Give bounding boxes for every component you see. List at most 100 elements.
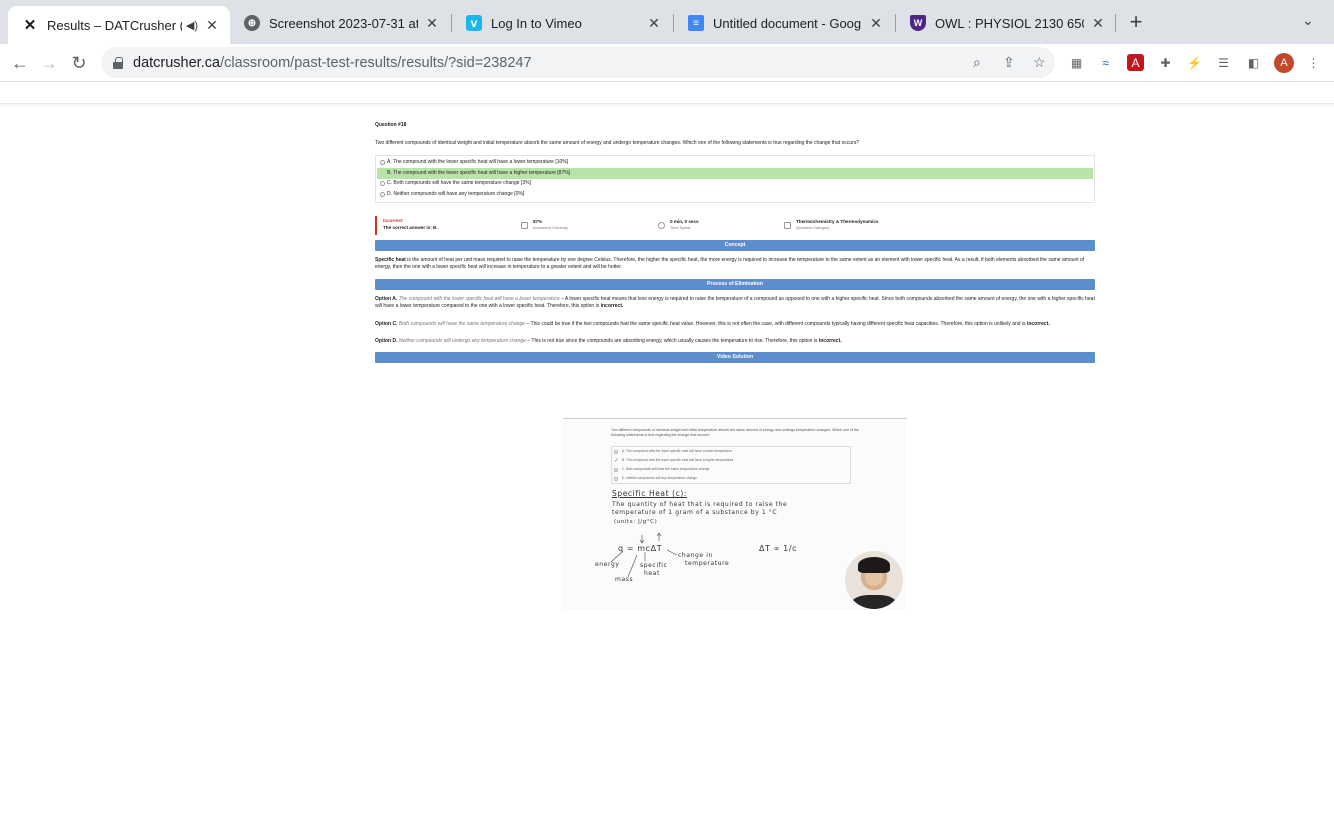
elimination-option-a: Option A. The compound with the lower sp…	[375, 296, 1095, 311]
chart-icon	[521, 221, 528, 229]
wave-extension-icon[interactable]: ≈	[1097, 54, 1114, 71]
option-tag: Option A.	[375, 296, 398, 302]
option-verdict: incorrect.	[1026, 320, 1050, 327]
radio-icon	[380, 191, 385, 197]
result-stats: Incorrect The correct answer is: B. 87% …	[375, 215, 1095, 235]
tab-title: Untitled document - Google Do	[713, 15, 862, 31]
elimination-option-d: Option D. Neither compounds will undergo…	[375, 338, 1095, 345]
video-player[interactable]: Two different compounds of identical wei…	[563, 418, 907, 610]
tab-title: OWL : PHYSIOL 2130 650 SU2	[935, 15, 1084, 31]
concept-text: Specific heat is the amount of heat per …	[375, 257, 1095, 272]
category-label: Question Category	[796, 225, 830, 231]
category-stat: Thermochemistry & Thermodynamics Questio…	[784, 216, 878, 235]
option-label: B. The compound with the lower specific …	[387, 169, 571, 176]
google-docs-icon: ≡	[688, 15, 704, 31]
category-value: Thermochemistry & Thermodynamics	[796, 218, 879, 224]
option-b-correct: B. The compound with the lower specific …	[377, 168, 1093, 179]
tab-owl[interactable]: W OWL : PHYSIOL 2130 650 SU2 ✕	[896, 6, 1116, 40]
close-tab-icon[interactable]: ✕	[204, 17, 220, 34]
radio-icon	[380, 160, 385, 166]
option-label: A. The compound with the lower specific …	[387, 159, 569, 166]
speaker-icon[interactable]: ◀)	[186, 19, 198, 32]
bookmark-star-icon[interactable]: ☆	[1033, 54, 1046, 71]
browser-toolbar: ← → ↻ datcrusher.ca/classroom/past-test-…	[0, 44, 1334, 82]
close-tab-icon[interactable]: ✕	[646, 15, 662, 32]
share-icon[interactable]: ⇪	[1003, 54, 1015, 71]
time-spent-stat: 0 min, 0 secs Time Spent	[658, 216, 784, 235]
url-path: /classroom/past-test-results/results/?si…	[220, 54, 532, 71]
concept-body: is the amount of heat per unit mass requ…	[375, 256, 1085, 270]
time-value: 0 min, 0 secs	[670, 218, 699, 224]
correct-answer-text: The correct answer is: B.	[383, 225, 438, 230]
elimination-header: Process of Elimination	[375, 279, 1095, 290]
option-quote: The compound with the lower specific hea…	[398, 296, 560, 302]
tab-google-docs[interactable]: ≡ Untitled document - Google Do ✕	[674, 6, 894, 40]
pdf-extension-icon[interactable]: A	[1127, 54, 1144, 71]
zoom-icon[interactable]: ⌕	[973, 54, 981, 71]
forward-button[interactable]: →	[38, 52, 60, 74]
results-content: Question #18 Two different compounds of …	[375, 122, 1095, 610]
reload-button[interactable]: ↻	[68, 52, 90, 74]
instructor-webcam	[845, 551, 903, 609]
option-tag: Option C.	[375, 320, 398, 327]
question-text: Two different compounds of identical wei…	[375, 140, 860, 147]
option-a: A. The compound with the lower specific …	[377, 158, 1093, 169]
concept-term: Specific heat	[375, 256, 406, 263]
instructor-hair	[858, 557, 890, 573]
tab-separator	[1115, 14, 1116, 32]
option-quote: Both compounds will have the same temper…	[398, 320, 526, 327]
option-d: D. Neither compounds will have any tempe…	[377, 189, 1093, 200]
option-label: D. Neither compounds will have any tempe…	[387, 190, 525, 197]
percent-correct-stat: 87% Answered Correctly	[521, 216, 658, 235]
speed-extension-icon[interactable]: ⚡	[1186, 54, 1203, 71]
reading-list-icon[interactable]: ☰	[1215, 54, 1232, 71]
page-viewport: Question #18 Two different compounds of …	[0, 82, 1334, 834]
instructor-shirt	[851, 595, 897, 609]
clock-icon	[658, 221, 665, 229]
option-quote: Neither compounds will undergo any tempe…	[398, 337, 526, 344]
time-label: Time Spent	[670, 225, 691, 231]
x-logo-icon: ✕	[23, 17, 37, 34]
percent-value: 87%	[533, 218, 543, 224]
tab-screenshot[interactable]: ⊕ Screenshot 2023-07-31 at 5.0 ✕	[230, 6, 450, 40]
option-verdict: incorrect.	[818, 337, 842, 344]
vimeo-icon: v	[466, 15, 482, 31]
tab-title: Screenshot 2023-07-31 at 5.0	[269, 15, 418, 31]
option-explanation: – This could be true if the two compound…	[525, 320, 1027, 327]
tab-vimeo[interactable]: v Log In to Vimeo ✕	[452, 6, 672, 40]
close-tab-icon[interactable]: ✕	[424, 15, 440, 32]
option-label: C. Both compounds will have the same tem…	[387, 180, 531, 187]
calculator-extension-icon[interactable]: ▦	[1068, 54, 1085, 71]
option-c: C. Both compounds will have the same tem…	[377, 179, 1093, 190]
video-solution-header: Video Solution	[375, 352, 1095, 363]
close-tab-icon[interactable]: ✕	[868, 15, 884, 32]
side-panel-icon[interactable]: ◧	[1245, 54, 1262, 71]
tab-title: Results – DATCrusher (Can	[47, 17, 182, 33]
profile-avatar[interactable]: A	[1274, 53, 1294, 73]
lock-icon[interactable]	[113, 56, 123, 69]
tab-datcrusher[interactable]: ✕ Results – DATCrusher (Can ◀) ✕	[8, 6, 230, 44]
extensions-puzzle-icon[interactable]: ✚	[1157, 54, 1174, 71]
close-tab-icon[interactable]: ✕	[1090, 15, 1106, 32]
menu-kebab-icon[interactable]: ⋮	[1305, 54, 1322, 71]
answer-options: A. The compound with the lower specific …	[375, 154, 1095, 203]
western-shield-icon: W	[910, 15, 926, 31]
concept-header: Concept	[375, 239, 1095, 251]
elimination-option-c: Option C. Both compounds will have the s…	[375, 321, 1095, 328]
tab-search-chevron-icon[interactable]: ⌄	[1302, 12, 1314, 29]
back-button[interactable]: ←	[9, 52, 31, 74]
site-header	[0, 82, 1334, 104]
incorrect-label: Incorrect	[383, 218, 403, 224]
result-status: Incorrect The correct answer is: B.	[383, 216, 521, 235]
question-number: Question #18	[375, 122, 407, 128]
url-host: datcrusher.ca	[133, 54, 221, 71]
address-bar[interactable]: datcrusher.ca/classroom/past-test-result…	[101, 47, 1055, 78]
new-tab-button[interactable]: +	[1124, 10, 1148, 34]
option-verdict: incorrect.	[600, 303, 624, 310]
option-explanation: – This is not true since the compounds a…	[525, 337, 819, 344]
globe-icon: ⊕	[244, 15, 260, 31]
calendar-icon	[784, 221, 791, 229]
percent-label: Answered Correctly	[533, 225, 568, 231]
radio-icon	[380, 181, 385, 187]
tab-strip: ✕ Results – DATCrusher (Can ◀) ✕ ⊕ Scree…	[0, 0, 1334, 44]
